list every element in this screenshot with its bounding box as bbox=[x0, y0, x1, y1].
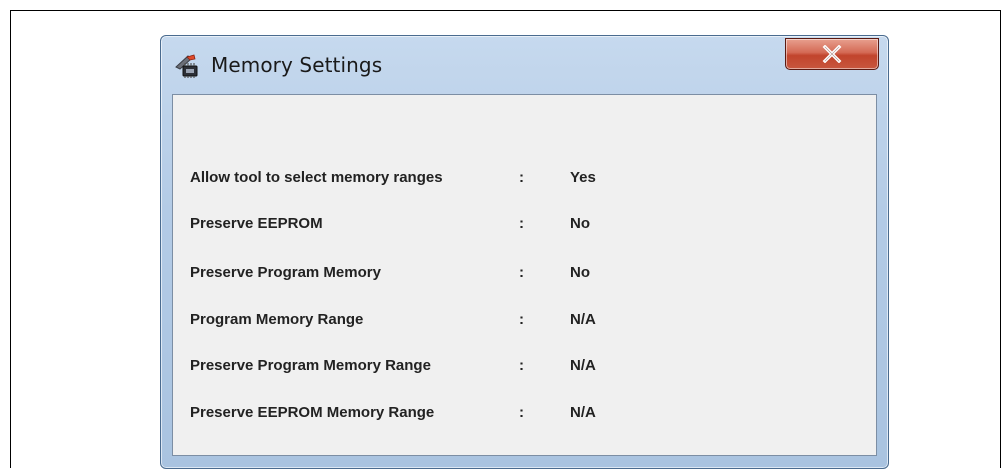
setting-separator: : bbox=[519, 169, 524, 186]
setting-value: N/A bbox=[570, 357, 596, 374]
setting-label: Preserve Program Memory Range bbox=[190, 357, 431, 374]
close-icon bbox=[822, 45, 842, 63]
setting-label: Preserve Program Memory bbox=[190, 264, 381, 281]
setting-separator: : bbox=[519, 264, 524, 281]
title-bar[interactable]: Memory Settings bbox=[161, 36, 888, 94]
setting-value: N/A bbox=[570, 311, 596, 328]
close-button[interactable] bbox=[785, 38, 879, 70]
screenshot-frame: Memory Settings Allow tool to select mem… bbox=[10, 10, 1001, 469]
setting-separator: : bbox=[519, 404, 524, 421]
memory-settings-dialog: Memory Settings Allow tool to select mem… bbox=[160, 35, 889, 469]
settings-panel: Allow tool to select memory ranges : Yes… bbox=[172, 94, 877, 456]
setting-label: Program Memory Range bbox=[190, 311, 364, 328]
setting-value: Yes bbox=[570, 169, 596, 186]
window-title: Memory Settings bbox=[211, 53, 383, 77]
setting-label: Preserve EEPROM bbox=[190, 215, 323, 232]
setting-label: Preserve EEPROM Memory Range bbox=[190, 404, 435, 421]
setting-separator: : bbox=[519, 215, 524, 232]
setting-value: N/A bbox=[570, 404, 596, 421]
setting-separator: : bbox=[519, 357, 524, 374]
setting-value: No bbox=[570, 264, 590, 281]
setting-value: No bbox=[570, 215, 590, 232]
programmer-tool-icon bbox=[173, 53, 201, 79]
setting-separator: : bbox=[519, 311, 524, 328]
setting-label: Allow tool to select memory ranges bbox=[190, 169, 443, 186]
